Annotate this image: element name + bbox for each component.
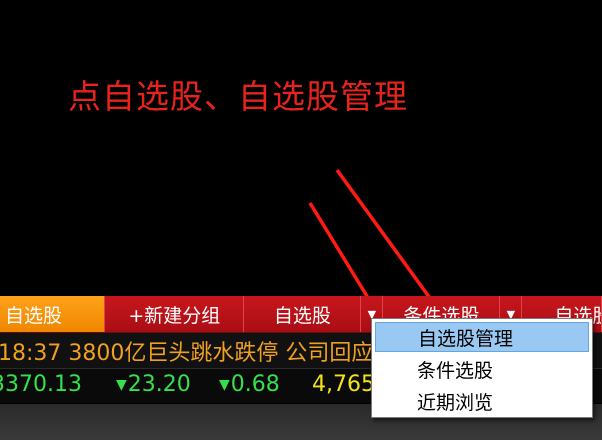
tab-dropdown-menu: 自选股管理 条件选股 近期浏览 <box>371 318 593 418</box>
index-change-percent: ▼0.68 <box>219 372 280 397</box>
tab-new-group[interactable]: +新建分组 <box>105 296 245 332</box>
down-arrow-icon: ▼ <box>116 377 127 393</box>
index-value: 3370.13 <box>0 372 82 397</box>
menu-item-recent-browse[interactable]: 近期浏览 <box>375 386 589 416</box>
arrow-to-tab-dropdown <box>308 202 375 308</box>
menu-item-condition-select[interactable]: 条件选股 <box>375 354 589 384</box>
news-headline[interactable]: 18:37 3800亿巨头跳水跌停 公司回应 <box>0 335 373 367</box>
index-change-percent-value: 0.68 <box>230 372 280 397</box>
index-change-value: 23.20 <box>127 372 191 397</box>
down-arrow-icon: ▼ <box>219 377 230 393</box>
index-volume: 4,765 <box>312 372 375 397</box>
tab-favorites[interactable]: 自选股 <box>0 296 106 332</box>
index-change: ▼23.20 <box>116 372 191 397</box>
menu-item-manage-favorites[interactable]: 自选股管理 <box>375 322 589 352</box>
tab-favorites-2[interactable]: 自选股 <box>244 296 362 332</box>
